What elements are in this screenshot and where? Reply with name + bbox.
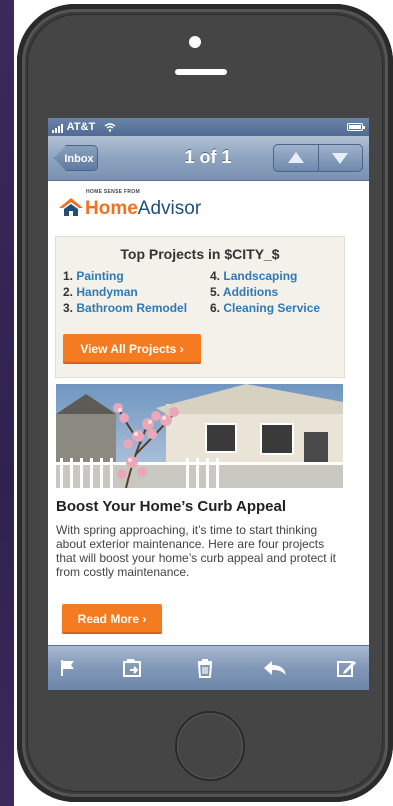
project-item[interactable]: 2. Handyman: [63, 284, 187, 300]
mail-toolbar: [48, 645, 369, 690]
phone-screen: AT&T Inbox 1 of 1 HOME SENSE FROM HomeAd…: [48, 118, 369, 690]
signal-icon: [52, 121, 64, 134]
next-message-button[interactable]: [318, 145, 362, 171]
article-title: Boost Your Home’s Curb Appeal: [56, 498, 287, 515]
projects-column-right: 4. Landscaping 5. Additions 6. Cleaning …: [210, 268, 320, 316]
project-item[interactable]: 1. Painting: [63, 268, 187, 284]
project-item[interactable]: 4. Landscaping: [210, 268, 320, 284]
flag-icon[interactable]: [58, 658, 78, 678]
message-position-title: 1 of 1: [184, 147, 232, 167]
article-section: Boost Your Home’s Curb Appeal With sprin…: [56, 498, 338, 579]
article-body: With spring approaching, it’s time to st…: [56, 523, 336, 579]
status-bar: AT&T: [48, 118, 369, 136]
projects-column-left: 1. Painting 2. Handyman 3. Bathroom Remo…: [63, 268, 187, 316]
message-nav-arrows: [273, 144, 363, 172]
house-logo-icon: [59, 198, 83, 216]
wifi-icon: [104, 122, 116, 132]
reply-icon[interactable]: [262, 658, 288, 678]
earpiece-speaker: [175, 69, 227, 75]
previous-message-button[interactable]: [274, 145, 319, 171]
arrow-down-icon: [332, 153, 348, 164]
house-photo[interactable]: [56, 384, 343, 488]
house-photo-illustration: [56, 384, 343, 488]
compose-icon[interactable]: [336, 658, 358, 678]
homeadvisor-logo[interactable]: HOME SENSE FROM HomeAdvisor: [58, 189, 201, 221]
email-body[interactable]: HOME SENSE FROM HomeAdvisor Top Projects…: [48, 181, 369, 645]
read-more-button[interactable]: Read More ›: [62, 604, 162, 634]
inbox-back-button[interactable]: Inbox: [54, 145, 98, 171]
trash-icon[interactable]: [196, 658, 214, 678]
project-item[interactable]: 6. Cleaning Service: [210, 300, 320, 316]
battery-icon: [347, 123, 365, 131]
nav-bar: Inbox 1 of 1: [48, 136, 369, 181]
top-projects-panel: Top Projects in $CITY_$ 1. Painting 2. H…: [55, 236, 345, 378]
project-item[interactable]: 3. Bathroom Remodel: [63, 300, 187, 316]
home-button[interactable]: [175, 711, 245, 781]
top-projects-title: Top Projects in $CITY_$: [120, 246, 280, 262]
logo-wordmark: HomeAdvisor: [85, 198, 202, 219]
project-item[interactable]: 5. Additions: [210, 284, 320, 300]
arrow-up-icon: [288, 152, 304, 163]
move-folder-icon[interactable]: [122, 658, 144, 678]
carrier-label: AT&T: [66, 121, 96, 133]
view-all-projects-button[interactable]: View All Projects ›: [63, 334, 201, 364]
background-strip: [0, 0, 14, 806]
front-camera: [189, 36, 201, 48]
